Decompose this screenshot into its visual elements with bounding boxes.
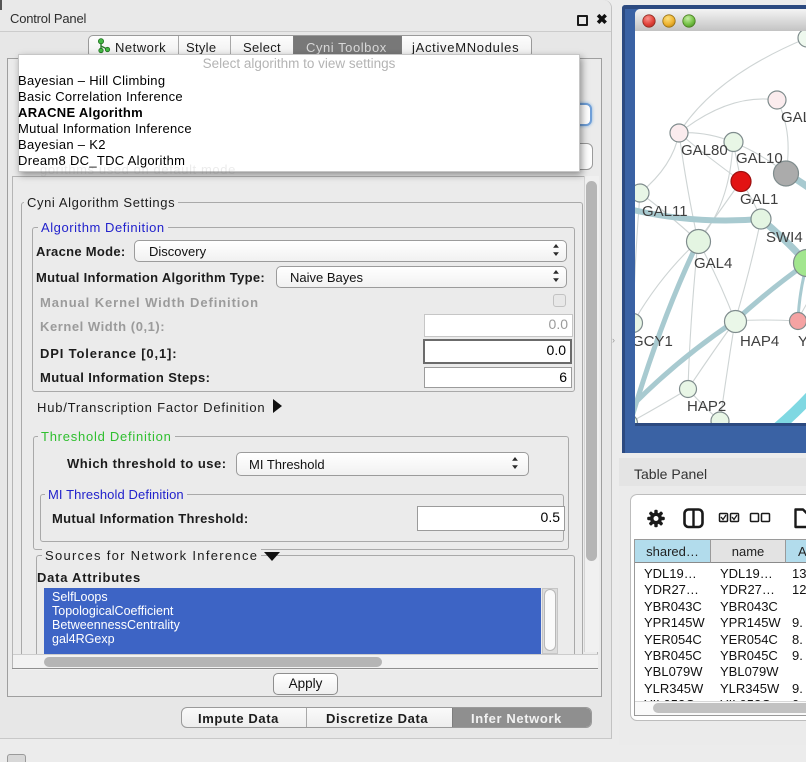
svg-text:HAP2: HAP2	[687, 398, 726, 415]
svg-text:SWI4: SWI4	[766, 229, 803, 246]
svg-text:GAL4: GAL4	[694, 255, 732, 272]
svg-text:GAL80: GAL80	[681, 142, 728, 159]
svg-text:GAL11: GAL11	[642, 203, 688, 220]
svg-text:YM: YM	[798, 333, 806, 350]
svg-text:GCY1: GCY1	[635, 333, 673, 350]
svg-text:GAL10: GAL10	[736, 150, 783, 167]
svg-text:GAL7: GAL7	[781, 109, 806, 126]
svg-text:HAP4: HAP4	[740, 333, 779, 350]
svg-text:GAL1: GAL1	[740, 191, 778, 208]
